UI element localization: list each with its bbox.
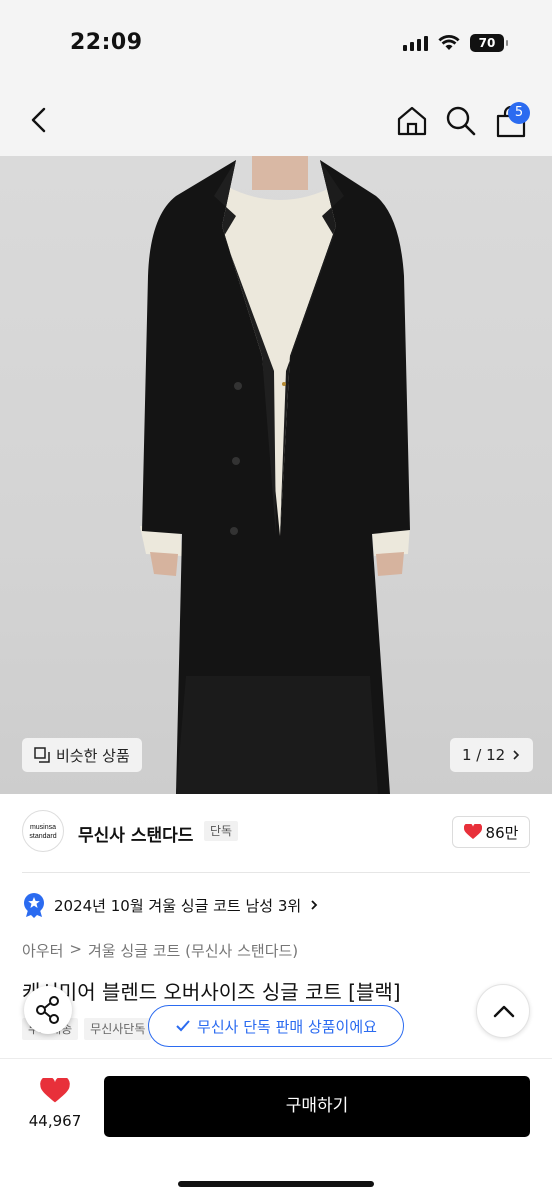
wishlist-count: 44,967 [28,1112,82,1130]
breadcrumb: 아우터 > 겨울 싱글 코트 (무신사 스탠다드) [22,940,298,961]
exclusive-toast-text: 무신사 단독 판매 상품이에요 [197,1017,377,1036]
heart-icon [463,824,482,839]
status-time: 22:09 [70,30,143,55]
heart-icon [40,1076,70,1103]
brand-like-button[interactable]: 86만 [452,816,530,848]
wishlist-button[interactable]: 44,967 [20,1076,90,1130]
brand-logo-line1: musinsa [29,824,57,831]
breadcrumb-separator: > [69,940,82,958]
wifi-icon [438,35,460,50]
home-icon[interactable] [395,104,429,138]
cart-count-badge: 5 [508,102,530,124]
product-image[interactable] [0,156,552,794]
back-arrow-icon[interactable] [24,104,56,136]
coat-button [230,527,238,535]
model-neck [252,156,308,190]
coat-button [234,382,242,390]
chevron-right-icon [311,900,318,910]
left-hand [150,552,178,576]
breadcrumb-category[interactable]: 아우터 [22,940,63,961]
coat-button [232,457,240,465]
divider [22,872,530,873]
ranking-link[interactable]: 2024년 10월 겨울 싱글 코트 남성 3위 [22,892,319,918]
brand-name[interactable]: 무신사 스탠다드 [78,821,193,846]
share-button[interactable] [24,986,72,1034]
chevron-right-icon [513,750,520,760]
share-icon [36,996,59,1024]
battery-icon: 70 [470,34,508,52]
top-nav-bar [0,90,552,156]
cellular-signal-icon [403,35,428,51]
product-title: 캐시미어 블렌드 오버사이즈 싱글 코트 [블랙] [22,980,401,1004]
check-icon [176,1020,190,1032]
image-page-text: 1 / 12 [462,746,506,764]
image-page-indicator[interactable]: 1 / 12 [450,738,534,772]
brand-logo[interactable]: musinsa standard [22,810,64,852]
product-photo [140,156,410,794]
exclusive-product-tag: 무신사단독 [84,1018,152,1040]
brand-row: musinsa standard 무신사 스탠다드 단독 86만 [0,794,552,866]
chevron-up-icon [493,1005,515,1018]
similar-products-button[interactable]: 비슷한 상품 [22,738,142,772]
trousers [176,676,378,794]
similar-products-label: 비슷한 상품 [56,746,130,765]
breadcrumb-subcategory[interactable]: 겨울 싱글 코트 (무신사 스탠다드) [88,940,298,961]
status-icons: 70 [403,34,508,52]
exclusive-tag: 단독 [204,821,239,841]
home-indicator [178,1181,374,1187]
scroll-top-button[interactable] [476,984,530,1038]
right-hand [376,552,404,576]
status-bar: 22:09 70 [0,0,552,90]
search-icon[interactable] [444,104,478,138]
brand-logo-line2: standard [29,833,57,840]
exclusive-toast: 무신사 단독 판매 상품이에요 [148,1005,404,1047]
brand-like-count: 86만 [485,823,519,842]
ranking-badge-icon [24,893,44,918]
coat-button [282,382,286,386]
similar-items-icon [34,747,50,763]
buy-button[interactable]: 구매하기 [104,1076,530,1137]
ranking-text: 2024년 10월 겨울 싱글 코트 남성 3위 [54,896,302,915]
